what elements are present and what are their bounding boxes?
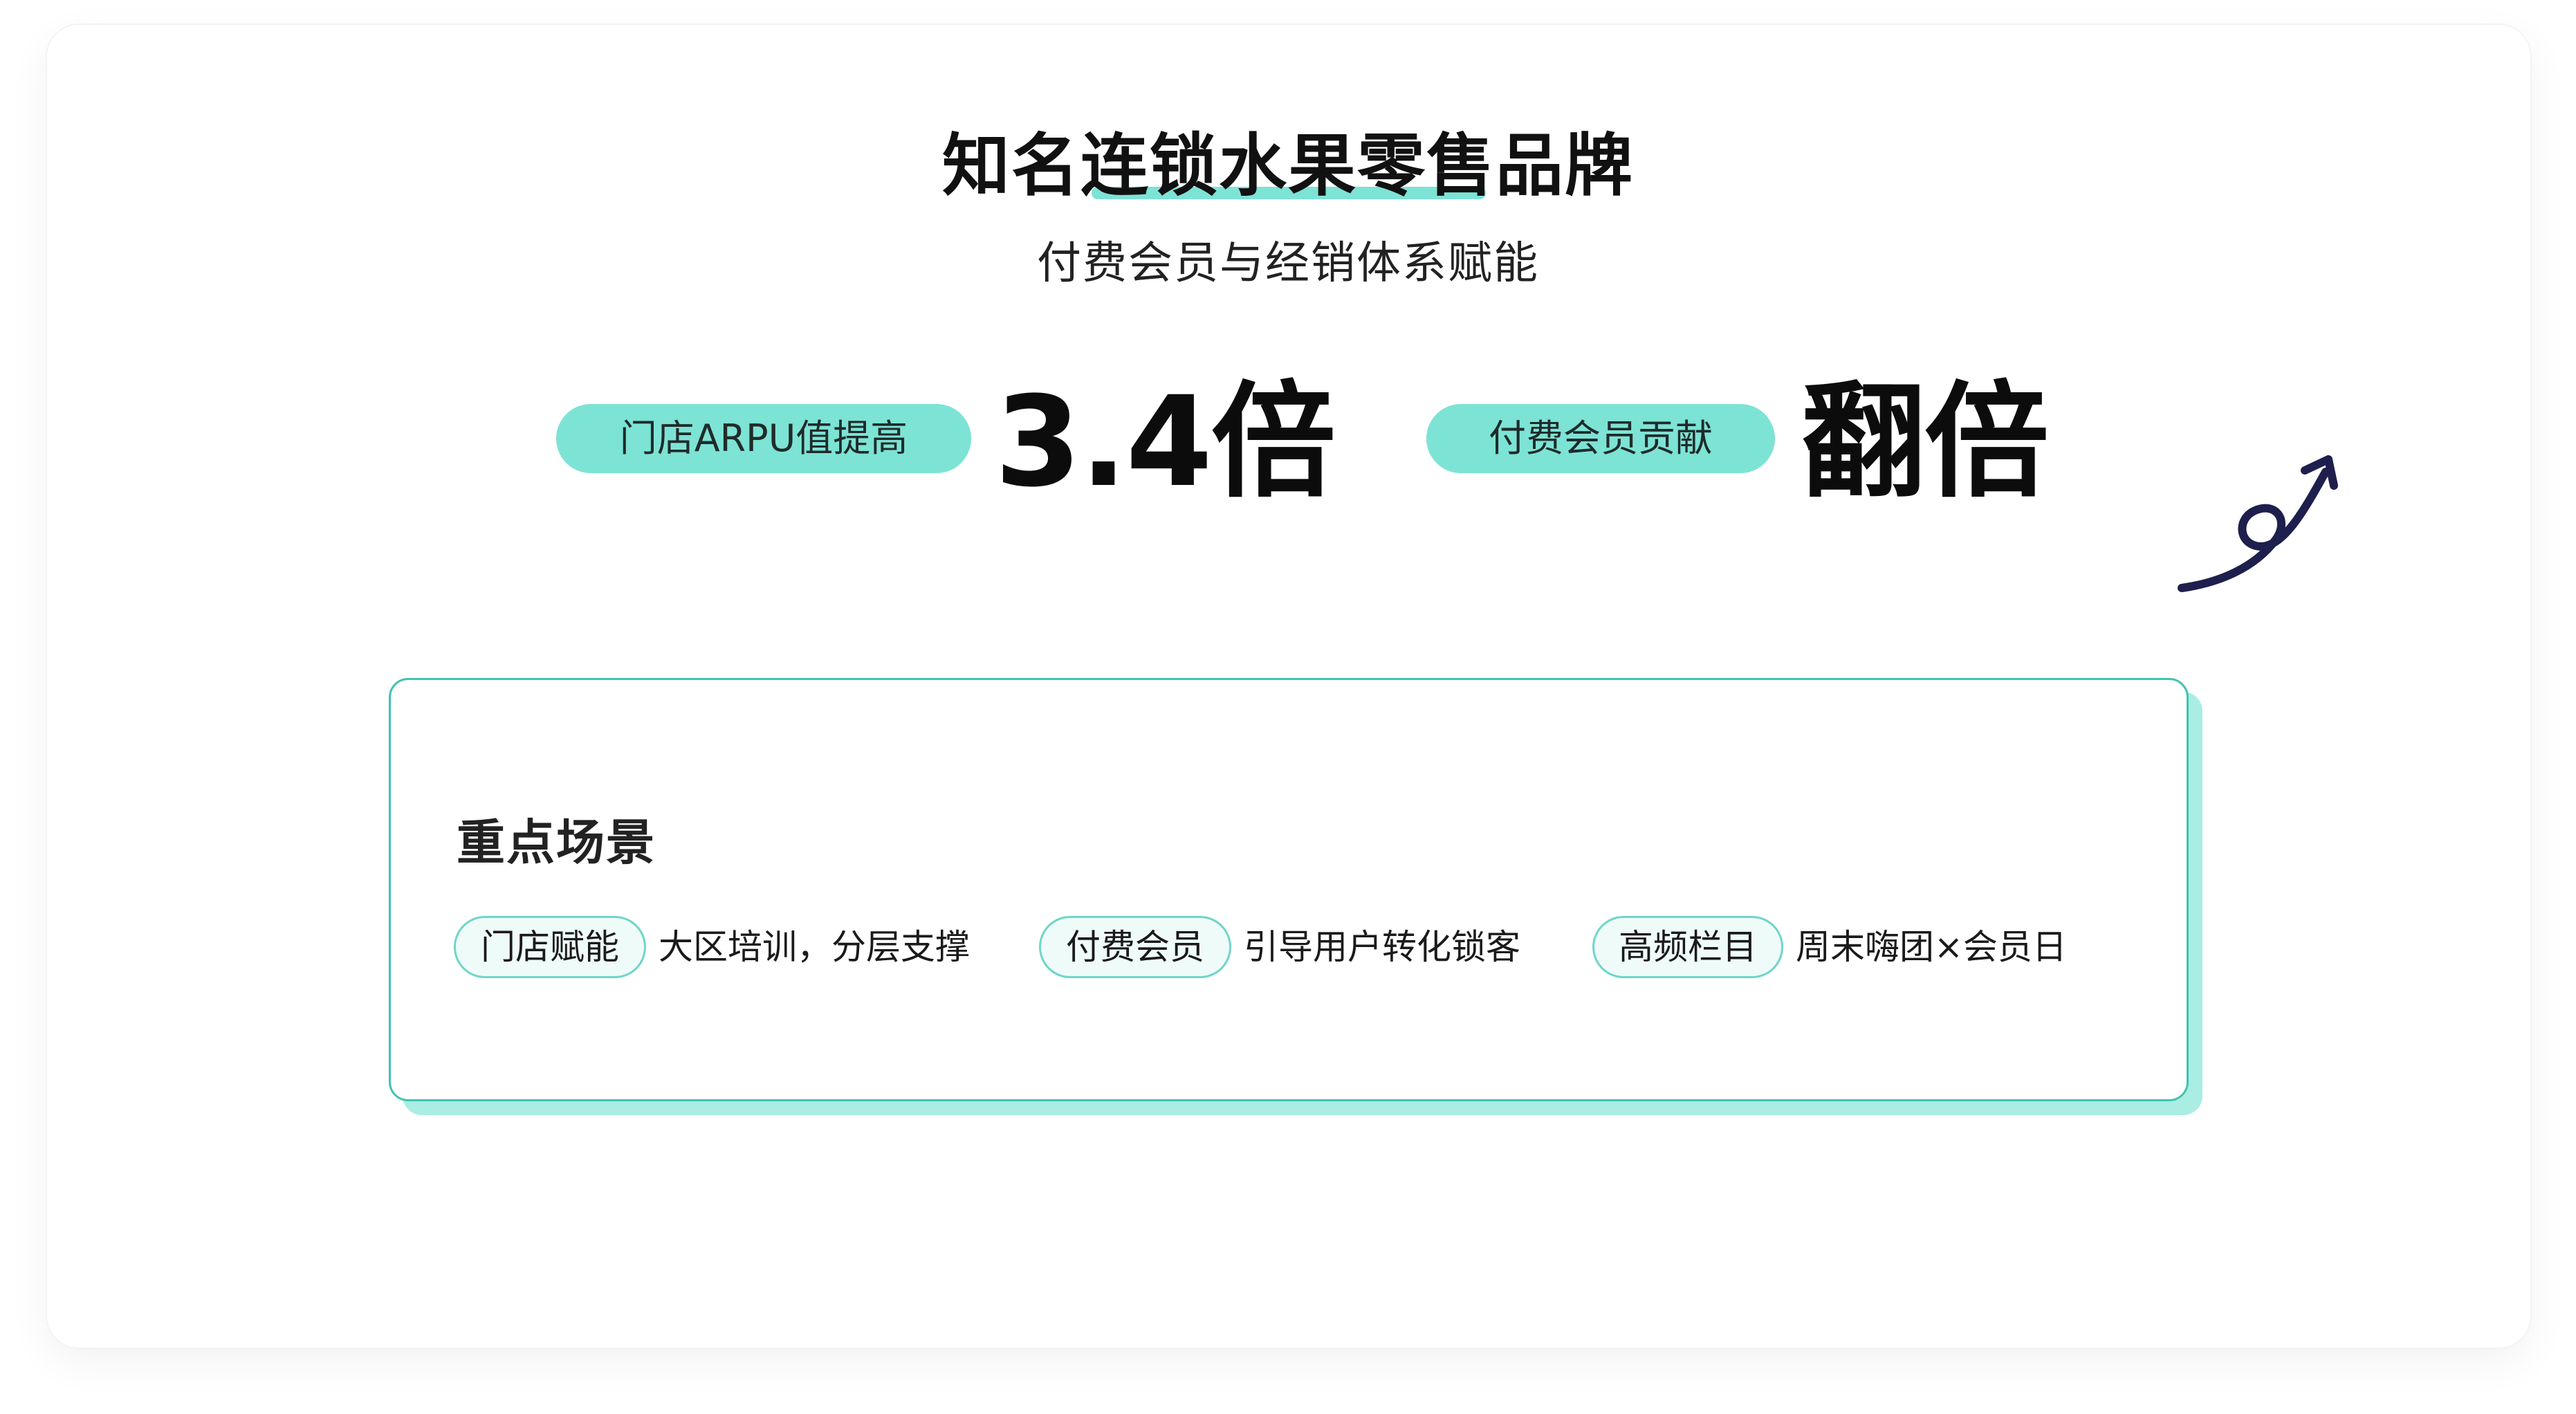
stat-value-arpu: 3.4倍 <box>995 370 1336 515</box>
stat-label-arpu: 门店ARPU值提高 <box>556 404 971 473</box>
page-subtitle: 付费会员与经销体系赋能 <box>1037 238 1539 289</box>
scene-tag-member: 付费会员 <box>1039 916 1231 978</box>
title-wrap: 知名连锁水果零售品牌 <box>0 118 2576 214</box>
scene-panel <box>389 678 2189 1101</box>
curly-up-arrow-icon <box>2178 455 2338 592</box>
scene-tag-column: 高频栏目 <box>1592 916 1783 978</box>
page-title: 知名连锁水果零售品牌 <box>941 127 1634 205</box>
scene-tag-store: 门店赋能 <box>454 916 646 978</box>
scene-desc-member: 引导用户转化锁客 <box>1244 927 1520 967</box>
scene-desc-column: 周末嗨团×会员日 <box>1796 927 2067 967</box>
scene-title: 重点场景 <box>457 814 656 871</box>
scene-desc-store: 大区培训，分层支撑 <box>659 927 970 967</box>
stat-label-member: 付费会员贡献 <box>1426 404 1775 473</box>
stat-value-member: 翻倍 <box>1801 370 2049 515</box>
